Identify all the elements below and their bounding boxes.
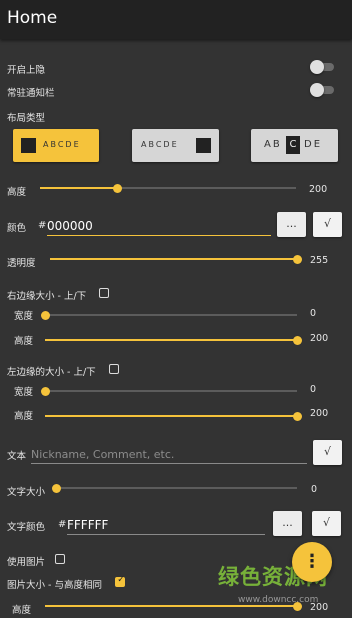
layout-swatch — [196, 138, 211, 153]
notification-switch[interactable] — [310, 83, 336, 97]
color-hash: # — [38, 220, 47, 231]
text-color-input[interactable]: FFFFFF — [67, 514, 265, 535]
top-hide-switch[interactable] — [310, 60, 336, 74]
use-image-label: 使用图片 — [7, 557, 46, 568]
text-color-input-value: FFFFFF — [67, 518, 109, 532]
image-size-checkbox[interactable]: ✓ — [115, 575, 125, 587]
opacity-value: 255 — [310, 255, 329, 266]
right-edge-height-slider[interactable] — [45, 335, 302, 345]
layout-option-2[interactable]: ABCDE — [132, 129, 219, 162]
left-edge-checkbox[interactable] — [109, 364, 119, 374]
text-color-picker-button[interactable]: ... — [273, 511, 302, 536]
opacity-label: 透明度 — [7, 258, 36, 269]
height-label: 高度 — [7, 187, 27, 198]
right-edge-checkbox[interactable] — [99, 288, 109, 298]
left-edge-width-label: 宽度 — [14, 387, 34, 398]
color-input[interactable]: 000000 — [47, 215, 271, 236]
color-confirm-button[interactable]: √ — [313, 212, 342, 237]
image-size-label: 图片大小 - 与高度相同 — [7, 580, 102, 591]
more-options-fab[interactable]: ⋮ — [292, 542, 332, 582]
text-input-placeholder: Nickname, Comment, etc. — [31, 448, 175, 461]
text-input[interactable]: Nickname, Comment, etc. — [31, 443, 307, 464]
text-color-hash: # — [58, 519, 67, 530]
more-vert-icon: ⋮ — [303, 551, 321, 572]
left-edge-height-label: 高度 — [14, 411, 34, 422]
left-edge-width-slider[interactable] — [41, 386, 297, 396]
left-edge-width-value: 0 — [310, 384, 317, 395]
right-edge-width-slider[interactable] — [41, 310, 297, 320]
right-edge-height-label: 高度 — [14, 336, 34, 347]
text-label: 文本 — [7, 451, 27, 462]
layout-option-1[interactable]: ABCDE — [13, 129, 99, 162]
layout-option-2-text: ABCDE — [141, 140, 179, 149]
toggle-label-notification: 常驻通知栏 — [7, 88, 55, 99]
right-edge-height-value: 200 — [310, 333, 329, 344]
image-height-label: 高度 — [12, 605, 32, 616]
toggle-label-top-hide: 开启上隐 — [7, 65, 46, 76]
text-color-confirm-button[interactable]: √ — [312, 511, 341, 536]
opacity-slider[interactable] — [50, 254, 302, 264]
text-size-label: 文字大小 — [7, 487, 46, 498]
layout-option-3-text-left: AB — [264, 139, 282, 150]
color-input-value: 000000 — [47, 219, 93, 233]
left-edge-height-slider[interactable] — [45, 411, 302, 421]
color-picker-button[interactable]: ... — [277, 212, 306, 237]
app-bar: Home — [0, 0, 352, 39]
layout-option-3[interactable]: AB C DE — [251, 129, 338, 162]
left-edge-height-value: 200 — [310, 408, 329, 419]
text-color-label: 文字颜色 — [7, 522, 46, 533]
left-edge-label: 左边缘的大小 - 上/下 — [7, 367, 96, 378]
layout-option-3-text-right: DE — [304, 139, 323, 150]
layout-option-1-text: ABCDE — [43, 140, 81, 149]
page-title: Home — [7, 8, 58, 28]
text-size-slider[interactable] — [52, 483, 297, 493]
right-edge-width-value: 0 — [310, 308, 317, 319]
check-icon: ✓ — [117, 575, 125, 585]
layout-type-label: 布局类型 — [7, 113, 46, 124]
height-value: 200 — [309, 184, 328, 195]
height-slider[interactable] — [40, 183, 296, 193]
text-confirm-button[interactable]: √ — [313, 440, 342, 465]
watermark-url: www.downcc.com — [238, 595, 319, 605]
layout-option-3-text-mid: C — [286, 136, 300, 154]
right-edge-label: 右边缘大小 - 上/下 — [7, 291, 87, 302]
color-label: 颜色 — [7, 223, 27, 234]
right-edge-width-label: 宽度 — [14, 311, 34, 322]
use-image-checkbox[interactable] — [55, 554, 65, 564]
text-size-value: 0 — [311, 484, 318, 495]
layout-swatch — [21, 138, 36, 153]
